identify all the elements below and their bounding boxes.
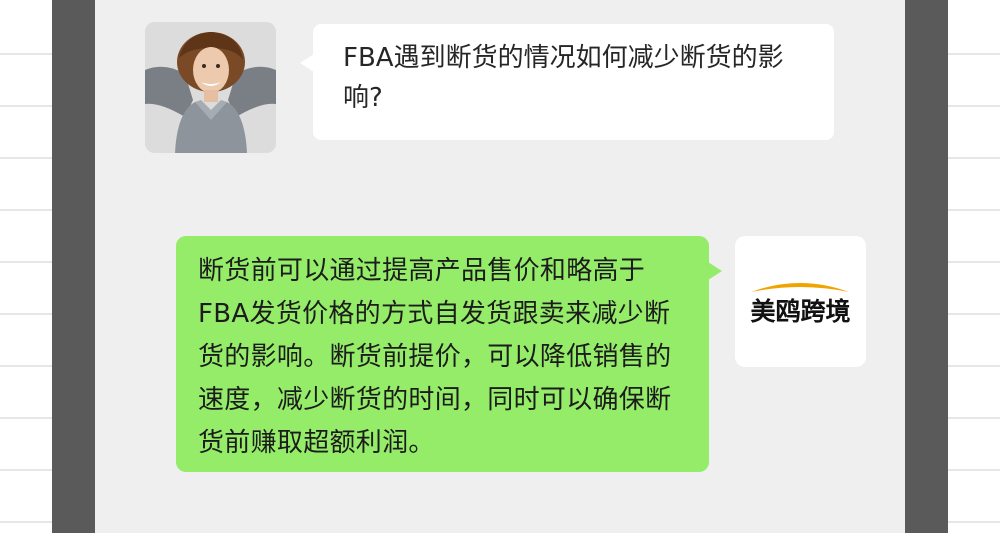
outgoing-message-text: 断货前可以通过提高产品售价和略高于FBA发货价格的方式自发货跟卖来减少断货的影响… <box>198 256 672 458</box>
brand-logo-text: 美鸥跨境 <box>750 297 851 326</box>
bubble-tail <box>708 262 722 280</box>
incoming-message-bubble[interactable]: FBA遇到断货的情况如何减少断货的影响? <box>300 24 834 140</box>
incoming-message-text: FBA遇到断货的情况如何减少断货的影响? <box>343 43 784 113</box>
woman-portrait-icon <box>145 22 276 153</box>
user-avatar[interactable] <box>145 22 276 153</box>
brand-avatar[interactable]: 美鸥跨境 <box>735 236 866 367</box>
bubble-tail <box>300 54 314 72</box>
outgoing-message-bubble[interactable]: 断货前可以通过提高产品售价和略高于FBA发货价格的方式自发货跟卖来减少断货的影响… <box>176 236 722 472</box>
